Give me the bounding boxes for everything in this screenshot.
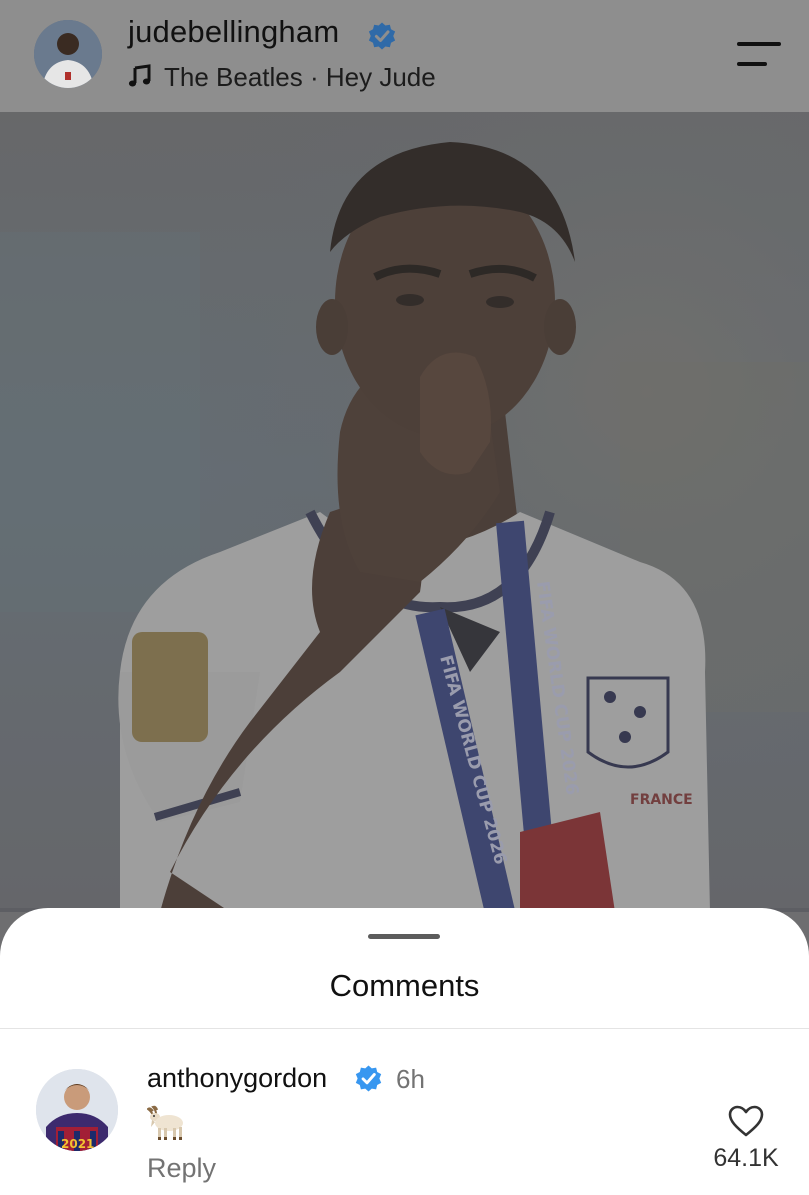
like-count: 64.1K — [713, 1144, 779, 1172]
post-header: judebellingham The Beatles · Hey Jude — [0, 0, 809, 112]
profile-avatar[interactable] — [34, 20, 102, 88]
hamburger-menu-icon[interactable] — [737, 40, 781, 68]
sheet-grabber-handle[interactable] — [368, 934, 440, 939]
post-username[interactable]: judebellingham — [128, 14, 339, 50]
heart-icon[interactable] — [727, 1104, 765, 1138]
screen: judebellingham The Beatles · Hey Jude FI… — [0, 0, 809, 1195]
shirt-embroidery: FRANCE — [630, 792, 693, 808]
comments-title: Comments — [329, 968, 480, 1003]
music-track: Hey Jude — [325, 62, 436, 92]
music-note-icon — [128, 64, 151, 87]
comment-avatar[interactable]: 2021 — [36, 1069, 118, 1151]
music-artist: The Beatles — [164, 62, 303, 92]
comment-timestamp: 6h — [396, 1064, 425, 1094]
verified-badge-icon — [368, 22, 396, 50]
svg-text:2021: 2021 — [61, 1137, 94, 1151]
verified-badge-icon — [355, 1065, 382, 1092]
post-photo[interactable]: FIFA WORLD CUP 2026 FIFA WORLD CUP 2026 … — [0, 112, 809, 912]
comment-username[interactable]: anthonygordon — [147, 1063, 327, 1094]
reply-button[interactable]: Reply — [147, 1153, 216, 1184]
comments-sheet: Comments 2021 anthonygordon 6h Reply 64.… — [0, 908, 809, 1195]
player-photo: FIFA WORLD CUP 2026 FIFA WORLD CUP 2026 … — [0, 112, 809, 912]
music-separator: · — [302, 62, 326, 92]
divider — [0, 1028, 809, 1029]
goat-emoji-icon — [147, 1105, 183, 1140]
music-attribution[interactable]: The Beatles · Hey Jude — [128, 62, 436, 93]
